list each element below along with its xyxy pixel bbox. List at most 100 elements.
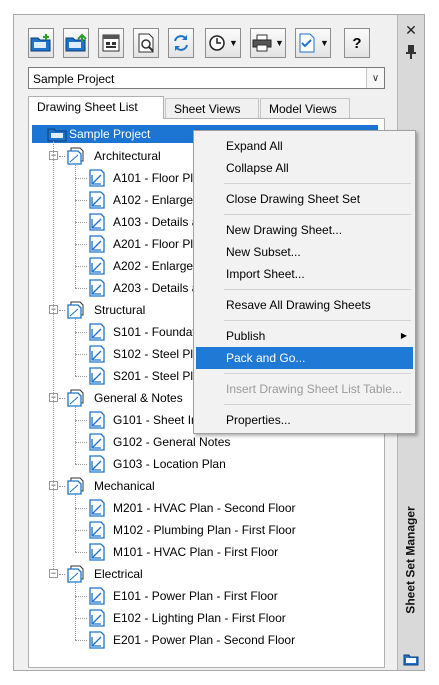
- menu-separator: [224, 373, 411, 374]
- close-icon[interactable]: ✕: [402, 21, 420, 39]
- sheet-label: E102 - Lighting Plan - First Floor: [113, 611, 286, 625]
- menu-item-label: Collapse All: [226, 161, 289, 175]
- drawing-sheet-icon: [88, 191, 106, 212]
- menu-item-expand-all[interactable]: Expand All: [196, 135, 413, 157]
- subset-label: General & Notes: [94, 391, 183, 405]
- menu-item-label: Expand All: [226, 139, 283, 153]
- sheet-row[interactable]: G102 - General Notes: [29, 431, 384, 453]
- tree-connector: [59, 156, 65, 157]
- drawing-sheet-icon: [88, 433, 106, 454]
- sheet-label: E201 - Power Plan - Second Floor: [113, 633, 296, 647]
- project-select-value: Sample Project: [33, 72, 115, 86]
- drawing-sheet-icon: [88, 543, 106, 564]
- pin-icon[interactable]: [402, 43, 420, 61]
- sheet-set-folder-icon: [47, 126, 67, 145]
- subset-row[interactable]: − Electrical: [29, 563, 384, 585]
- dropdown-caret-icon: ▼: [320, 38, 329, 48]
- subset-row[interactable]: − Mechanical: [29, 475, 384, 497]
- drawing-sheet-icon: [88, 499, 106, 520]
- tab-drawing-sheet-list[interactable]: Drawing Sheet List: [28, 96, 164, 119]
- drawing-sheet-icon: [88, 367, 106, 388]
- tree-connector: [53, 141, 54, 569]
- tree-connector: [75, 495, 76, 552]
- sheet-label: G103 - Location Plan: [113, 457, 226, 471]
- tree-connector: [59, 310, 65, 311]
- drawing-sheet-icon: [88, 587, 106, 608]
- menu-item-label: Resave All Drawing Sheets: [226, 298, 371, 312]
- subset-icon: [66, 301, 86, 322]
- menu-separator: [224, 214, 411, 215]
- tree-connector: [59, 398, 65, 399]
- menu-separator: [224, 320, 411, 321]
- subset-label: Architectural: [94, 149, 161, 163]
- history-button[interactable]: ▼: [205, 28, 241, 58]
- sheet-row[interactable]: E101 - Power Plan - First Floor: [29, 585, 384, 607]
- tree-connector: [75, 407, 76, 464]
- menu-item-new-subset[interactable]: New Subset...: [196, 241, 413, 263]
- menu-item-pack-and-go[interactable]: Pack and Go...: [196, 347, 413, 369]
- tree-connector: [75, 288, 87, 289]
- menu-item-label: Import Sheet...: [226, 267, 305, 281]
- open-sheet-set-button[interactable]: [63, 28, 89, 58]
- chevron-down-icon[interactable]: ∨: [366, 68, 384, 88]
- menu-separator: [224, 289, 411, 290]
- tree-connector: [75, 640, 87, 641]
- menu-item-new-drawing-sheet[interactable]: New Drawing Sheet...: [196, 219, 413, 241]
- tree-root-label: Sample Project: [69, 127, 151, 141]
- menu-item-collapse-all[interactable]: Collapse All: [196, 157, 413, 179]
- menu-item-insert-drawing-sheet-list-table: Insert Drawing Sheet List Table...: [196, 378, 413, 400]
- publish-printer-button[interactable]: ▼: [250, 28, 286, 58]
- subset-icon: [66, 477, 86, 498]
- tree-connector: [75, 442, 87, 443]
- help-button[interactable]: ?: [344, 28, 370, 58]
- tree-connector: [75, 178, 87, 179]
- menu-item-label: Properties...: [226, 413, 291, 427]
- sheet-row[interactable]: M102 - Plumbing Plan - First Floor: [29, 519, 384, 541]
- check-layers-button[interactable]: ▼: [295, 28, 331, 58]
- subset-label: Electrical: [94, 567, 143, 581]
- drawing-sheet-icon: [88, 323, 106, 344]
- sheet-row[interactable]: M101 - HVAC Plan - First Floor: [29, 541, 384, 563]
- sheet-row[interactable]: E201 - Power Plan - Second Floor: [29, 629, 384, 651]
- tree-connector: [75, 376, 87, 377]
- drawing-sheet-icon: [88, 213, 106, 234]
- sheet-label: M101 - HVAC Plan - First Floor: [113, 545, 279, 559]
- menu-separator: [224, 183, 411, 184]
- menu-item-close-drawing-sheet-set[interactable]: Close Drawing Sheet Set: [196, 188, 413, 210]
- context-menu: Expand All Collapse All Close Drawing Shee…: [193, 130, 416, 434]
- sheet-label: G102 - General Notes: [113, 435, 231, 449]
- sheet-row[interactable]: G103 - Location Plan: [29, 453, 384, 475]
- sheet-row[interactable]: E102 - Lighting Plan - First Floor: [29, 607, 384, 629]
- sheet-row[interactable]: M201 - HVAC Plan - Second Floor: [29, 497, 384, 519]
- tab-sheet-views[interactable]: Sheet Views: [165, 98, 259, 118]
- sheet-label: E101 - Power Plan - First Floor: [113, 589, 278, 603]
- menu-item-publish[interactable]: Publish ▶: [196, 325, 413, 347]
- preview-button[interactable]: [133, 28, 159, 58]
- menu-item-properties[interactable]: Properties...: [196, 409, 413, 431]
- drawing-sheet-icon: [88, 455, 106, 476]
- tab-model-views[interactable]: Model Views: [260, 98, 350, 118]
- menu-item-resave-all-drawing-sheets[interactable]: Resave All Drawing Sheets: [196, 294, 413, 316]
- tree-connector: [75, 508, 87, 509]
- menu-separator: [224, 404, 411, 405]
- tree-connector: [75, 618, 87, 619]
- drawing-sheet-icon: [88, 279, 106, 300]
- collapse-toggle-icon[interactable]: −: [49, 569, 58, 578]
- new-sheet-set-icon: [30, 33, 52, 53]
- tree-connector: [75, 319, 76, 376]
- menu-item-label: Publish: [226, 329, 266, 343]
- sheet-label: M201 - HVAC Plan - Second Floor: [113, 501, 296, 515]
- sheet-label: M102 - Plumbing Plan - First Floor: [113, 523, 296, 537]
- new-sheet-set-button[interactable]: [28, 28, 54, 58]
- project-select[interactable]: Sample Project ∨: [28, 67, 385, 89]
- refresh-button[interactable]: [168, 28, 194, 58]
- model-view-button[interactable]: [98, 28, 124, 58]
- drawing-sheet-icon: [88, 257, 106, 278]
- tree-connector: [75, 244, 87, 245]
- tree-connector: [59, 574, 65, 575]
- menu-item-import-sheet[interactable]: Import Sheet...: [196, 263, 413, 285]
- dropdown-caret-icon: ▼: [275, 38, 284, 48]
- tree-connector: [75, 552, 87, 553]
- dropdown-caret-icon: ▼: [229, 38, 238, 48]
- sheet-set-folder-icon: [403, 652, 419, 666]
